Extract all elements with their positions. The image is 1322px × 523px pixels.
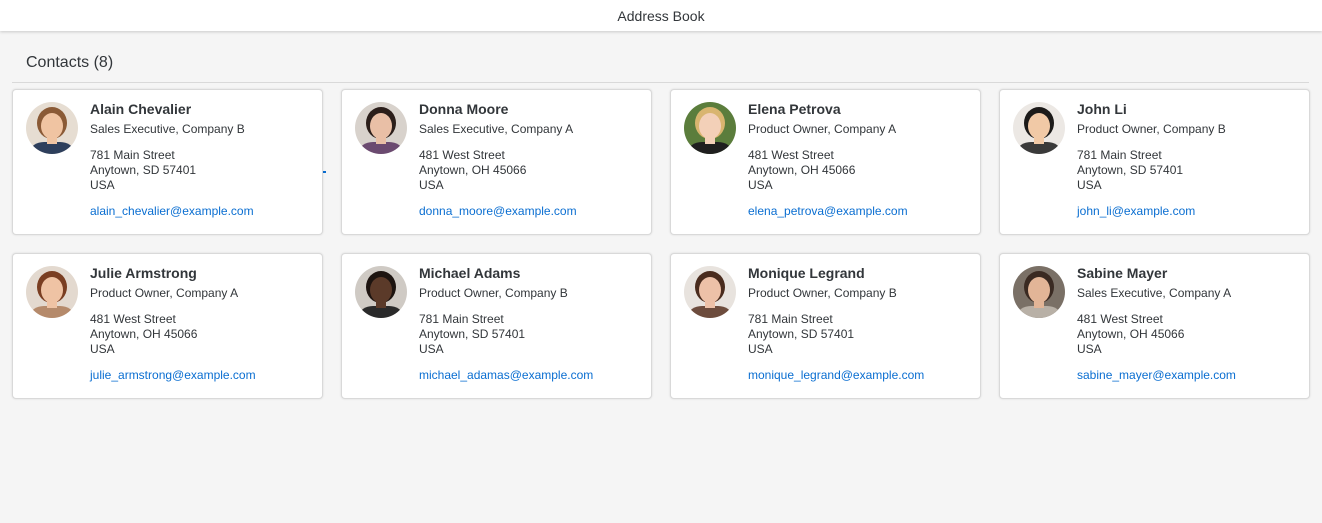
page-content: Contacts (8) Alain Chevalier Sales Execu…: [0, 31, 1322, 523]
person-photo-icon: [26, 102, 78, 154]
email-link[interactable]: alain_chevalier@example.com: [90, 204, 254, 219]
contact-details: John Li Product Owner, Company B 781 Mai…: [1077, 101, 1301, 220]
email-link[interactable]: elena_petrova@example.com: [748, 204, 908, 219]
address-city: Anytown, OH 45066: [90, 327, 198, 341]
contact-address: 481 West Street Anytown, OH 45066 USA: [748, 148, 972, 193]
address-country: USA: [419, 178, 444, 192]
address-country: USA: [90, 178, 115, 192]
person-photo-icon: [355, 102, 407, 154]
contact-details: Monique Legrand Product Owner, Company B…: [748, 265, 972, 384]
contact-card-7[interactable]: Monique Legrand Product Owner, Company B…: [670, 253, 981, 399]
contact-details: Donna Moore Sales Executive, Company A 4…: [419, 101, 643, 220]
contact-card-3[interactable]: Elena Petrova Product Owner, Company A 4…: [670, 89, 981, 235]
contact-name: Alain Chevalier: [90, 101, 192, 117]
contact-role: Product Owner, Company A: [748, 122, 897, 136]
person-photo-icon: [26, 266, 78, 318]
avatar[interactable]: [684, 266, 736, 318]
address-city: Anytown, OH 45066: [1077, 327, 1185, 341]
app-header: Address Book: [0, 0, 1322, 31]
contact-address: 481 West Street Anytown, OH 45066 USA: [419, 148, 643, 193]
address-country: USA: [748, 178, 773, 192]
contact-role: Product Owner, Company B: [1077, 122, 1226, 136]
address-street: 781 Main Street: [90, 148, 175, 162]
contact-name: Donna Moore: [419, 101, 509, 117]
avatar[interactable]: [355, 102, 407, 154]
app-title: Address Book: [617, 7, 705, 24]
address-city: Anytown, OH 45066: [748, 163, 856, 177]
address-country: USA: [748, 342, 773, 356]
avatar[interactable]: [684, 102, 736, 154]
avatar[interactable]: [1013, 102, 1065, 154]
address-street: 781 Main Street: [419, 312, 504, 326]
contact-details: Sabine Mayer Sales Executive, Company A …: [1077, 265, 1301, 384]
address-country: USA: [1077, 178, 1102, 192]
email-link[interactable]: michael_adamas@example.com: [419, 368, 593, 383]
address-country: USA: [90, 342, 115, 356]
avatar[interactable]: [1013, 266, 1065, 318]
contact-details: Elena Petrova Product Owner, Company A 4…: [748, 101, 972, 220]
avatar[interactable]: [355, 266, 407, 318]
contact-card-1[interactable]: Alain Chevalier Sales Executive, Company…: [12, 89, 323, 235]
contact-role: Sales Executive, Company B: [90, 122, 245, 136]
email-link[interactable]: john_li@example.com: [1077, 204, 1195, 219]
avatar[interactable]: [26, 266, 78, 318]
contact-address: 781 Main Street Anytown, SD 57401 USA: [748, 312, 972, 357]
contact-address: 481 West Street Anytown, OH 45066 USA: [1077, 312, 1301, 357]
contact-address: 481 West Street Anytown, OH 45066 USA: [90, 312, 314, 357]
contact-address: 781 Main Street Anytown, SD 57401 USA: [1077, 148, 1301, 193]
person-photo-icon: [1013, 102, 1065, 154]
contacts-grid: Alain Chevalier Sales Executive, Company…: [12, 89, 1310, 399]
address-city: Anytown, OH 45066: [419, 163, 527, 177]
email-link[interactable]: donna_moore@example.com: [419, 204, 577, 219]
contact-role: Product Owner, Company B: [748, 286, 897, 300]
contact-role: Sales Executive, Company A: [1077, 286, 1232, 300]
contact-details: Michael Adams Product Owner, Company B 7…: [419, 265, 643, 384]
address-country: USA: [1077, 342, 1102, 356]
contact-name: Monique Legrand: [748, 265, 865, 281]
contact-card-2[interactable]: Donna Moore Sales Executive, Company A 4…: [341, 89, 652, 235]
contact-name: Julie Armstrong: [90, 265, 197, 281]
address-city: Anytown, SD 57401: [419, 327, 526, 341]
contact-card-5[interactable]: Julie Armstrong Product Owner, Company A…: [12, 253, 323, 399]
contact-role: Product Owner, Company A: [90, 286, 239, 300]
email-link[interactable]: julie_armstrong@example.com: [90, 368, 256, 383]
contact-name: John Li: [1077, 101, 1127, 117]
address-city: Anytown, SD 57401: [90, 163, 197, 177]
person-photo-icon: [684, 266, 736, 318]
address-street: 481 West Street: [90, 312, 176, 326]
contact-details: Julie Armstrong Product Owner, Company A…: [90, 265, 314, 384]
contacts-section-title: Contacts (8): [26, 54, 114, 71]
address-street: 781 Main Street: [1077, 148, 1162, 162]
contact-address: 781 Main Street Anytown, SD 57401 USA: [419, 312, 643, 357]
contact-name: Elena Petrova: [748, 101, 841, 117]
person-photo-icon: [1013, 266, 1065, 318]
address-street: 481 West Street: [419, 148, 505, 162]
contact-name: Sabine Mayer: [1077, 265, 1168, 281]
address-country: USA: [419, 342, 444, 356]
contact-address: 781 Main Street Anytown, SD 57401 USA: [90, 148, 314, 193]
person-photo-icon: [684, 102, 736, 154]
section-divider: [12, 82, 1309, 83]
address-street: 781 Main Street: [748, 312, 833, 326]
contact-card-6[interactable]: Michael Adams Product Owner, Company B 7…: [341, 253, 652, 399]
contact-name: Michael Adams: [419, 265, 521, 281]
address-city: Anytown, SD 57401: [1077, 163, 1184, 177]
address-street: 481 West Street: [748, 148, 834, 162]
contact-role: Product Owner, Company B: [419, 286, 568, 300]
person-photo-icon: [355, 266, 407, 318]
email-link[interactable]: monique_legrand@example.com: [748, 368, 924, 383]
contact-card-4[interactable]: John Li Product Owner, Company B 781 Mai…: [999, 89, 1310, 235]
contact-details: Alain Chevalier Sales Executive, Company…: [90, 101, 314, 220]
email-link[interactable]: sabine_mayer@example.com: [1077, 368, 1236, 383]
address-city: Anytown, SD 57401: [748, 327, 855, 341]
contact-role: Sales Executive, Company A: [419, 122, 574, 136]
avatar[interactable]: [26, 102, 78, 154]
address-street: 481 West Street: [1077, 312, 1163, 326]
contact-card-8[interactable]: Sabine Mayer Sales Executive, Company A …: [999, 253, 1310, 399]
